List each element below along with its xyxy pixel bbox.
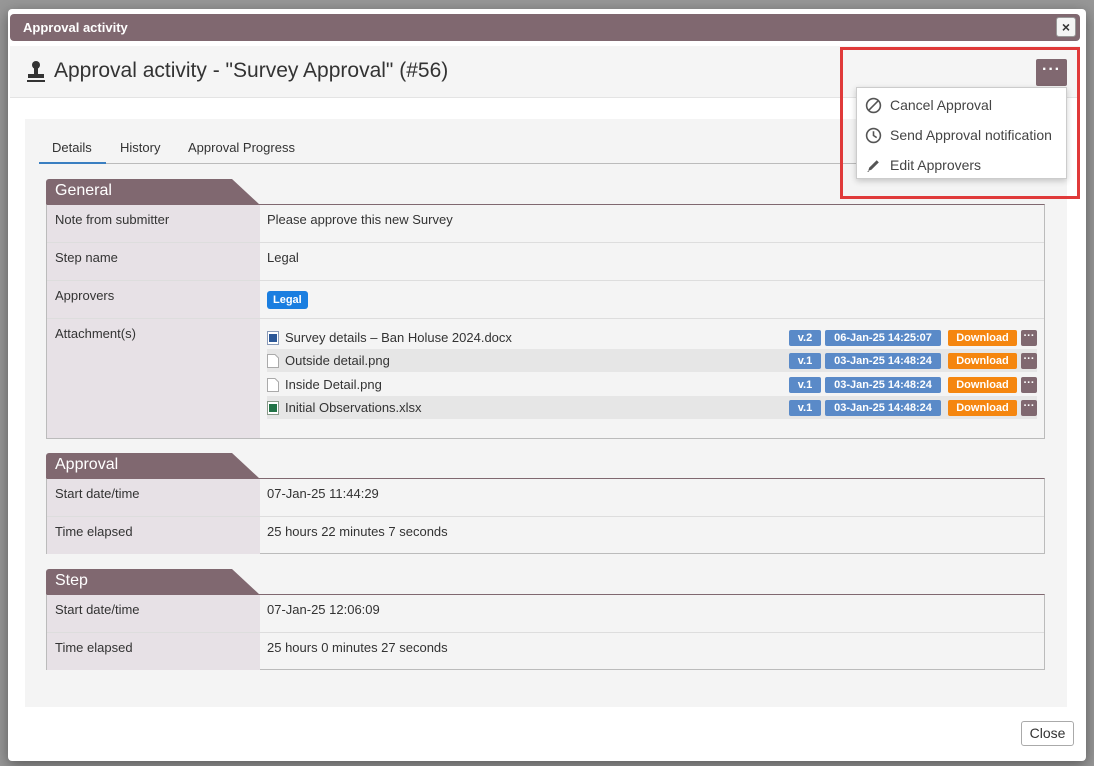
table-row-attachments: Attachment(s) Survey details – Ban Holus… bbox=[47, 319, 1044, 438]
step-table: Start date/time 07-Jan-25 12:06:09 Time … bbox=[46, 594, 1045, 670]
attachment-name[interactable]: Inside Detail.png bbox=[285, 377, 789, 392]
details-panel: Details History Approval Progress Genera… bbox=[25, 119, 1067, 707]
attachment-more-button[interactable]: ··· bbox=[1021, 329, 1037, 346]
row-label: Start date/time bbox=[47, 479, 260, 516]
dialog-close-icon[interactable]: × bbox=[1056, 17, 1076, 37]
close-button[interactable]: Close bbox=[1021, 721, 1074, 746]
step-section: Step Start date/time 07-Jan-25 12:06:09 … bbox=[46, 569, 1045, 671]
attachment-item: Inside Detail.png v.1 03-Jan-25 14:48:24… bbox=[267, 373, 1037, 396]
approver-badge[interactable]: Legal bbox=[267, 291, 308, 309]
section-title-step: Step bbox=[46, 569, 260, 595]
tab-details[interactable]: Details bbox=[39, 139, 106, 164]
download-button[interactable]: Download bbox=[948, 399, 1017, 416]
page-title: Approval activity - "Survey Approval" (#… bbox=[54, 59, 449, 82]
date-badge: 03-Jan-25 14:48:24 bbox=[825, 399, 941, 416]
row-value: 25 hours 22 minutes 7 seconds bbox=[267, 524, 448, 539]
download-button[interactable]: Download bbox=[948, 352, 1017, 369]
row-label: Note from submitter bbox=[47, 205, 260, 242]
approval-table: Start date/time 07-Jan-25 11:44:29 Time … bbox=[46, 478, 1045, 554]
attachment-name[interactable]: Survey details – Ban Holuse 2024.docx bbox=[285, 330, 789, 345]
version-badge: v.1 bbox=[789, 352, 821, 369]
row-value: 07-Jan-25 12:06:09 bbox=[267, 602, 380, 617]
row-value: Please approve this new Survey bbox=[267, 212, 453, 227]
attachment-more-button[interactable]: ··· bbox=[1021, 399, 1037, 416]
annotation-highlight-box bbox=[840, 47, 1080, 199]
row-value: Legal bbox=[267, 250, 299, 265]
tab-history[interactable]: History bbox=[107, 139, 173, 164]
word-file-icon bbox=[267, 330, 279, 345]
table-row: Step name Legal bbox=[47, 243, 1044, 281]
row-value: 25 hours 0 minutes 27 seconds bbox=[267, 640, 448, 655]
attachment-more-button[interactable]: ··· bbox=[1021, 376, 1037, 393]
dialog-titlebar: Approval activity × bbox=[10, 14, 1080, 41]
table-row: Time elapsed 25 hours 22 minutes 7 secon… bbox=[47, 517, 1044, 554]
version-badge: v.1 bbox=[789, 376, 821, 393]
attachment-more-button[interactable]: ··· bbox=[1021, 352, 1037, 369]
table-row: Start date/time 07-Jan-25 12:06:09 bbox=[47, 595, 1044, 633]
table-row: Approvers Legal bbox=[47, 281, 1044, 319]
table-row: Time elapsed 25 hours 0 minutes 27 secon… bbox=[47, 633, 1044, 670]
row-label: Attachment(s) bbox=[47, 319, 260, 438]
dialog-title: Approval activity bbox=[23, 20, 128, 35]
download-button[interactable]: Download bbox=[948, 329, 1017, 346]
image-file-icon bbox=[267, 353, 279, 368]
section-title-approval: Approval bbox=[46, 453, 260, 479]
attachment-name[interactable]: Initial Observations.xlsx bbox=[285, 400, 789, 415]
row-label: Time elapsed bbox=[47, 517, 260, 554]
tab-approval-progress[interactable]: Approval Progress bbox=[175, 139, 308, 164]
date-badge: 06-Jan-25 14:25:07 bbox=[825, 329, 941, 346]
row-value: 07-Jan-25 11:44:29 bbox=[267, 486, 379, 501]
table-row: Note from submitter Please approve this … bbox=[47, 205, 1044, 243]
date-badge: 03-Jan-25 14:48:24 bbox=[825, 376, 941, 393]
row-label: Start date/time bbox=[47, 595, 260, 632]
row-label: Approvers bbox=[47, 281, 260, 318]
attachment-name[interactable]: Outside detail.png bbox=[285, 353, 789, 368]
date-badge: 03-Jan-25 14:48:24 bbox=[825, 352, 941, 369]
attachment-item: Outside detail.png v.1 03-Jan-25 14:48:2… bbox=[267, 349, 1037, 372]
row-label: Time elapsed bbox=[47, 633, 260, 670]
table-row: Start date/time 07-Jan-25 11:44:29 bbox=[47, 479, 1044, 517]
attachment-item: Survey details – Ban Holuse 2024.docx v.… bbox=[267, 326, 1037, 349]
version-badge: v.1 bbox=[789, 399, 821, 416]
approval-section: Approval Start date/time 07-Jan-25 11:44… bbox=[46, 453, 1045, 555]
approval-activity-dialog: Approval activity × Approval activity - … bbox=[8, 9, 1086, 761]
section-title-general: General bbox=[46, 179, 260, 205]
general-table: Note from submitter Please approve this … bbox=[46, 204, 1045, 439]
row-label: Step name bbox=[47, 243, 260, 280]
version-badge: v.2 bbox=[789, 329, 821, 346]
excel-file-icon bbox=[267, 400, 279, 415]
image-file-icon bbox=[267, 377, 279, 392]
row-value: Legal bbox=[260, 281, 1044, 316]
general-section: General Note from submitter Please appro… bbox=[46, 179, 1045, 440]
attachment-item: Initial Observations.xlsx v.1 03-Jan-25 … bbox=[267, 396, 1037, 419]
download-button[interactable]: Download bbox=[948, 376, 1017, 393]
stamp-icon bbox=[27, 61, 45, 82]
